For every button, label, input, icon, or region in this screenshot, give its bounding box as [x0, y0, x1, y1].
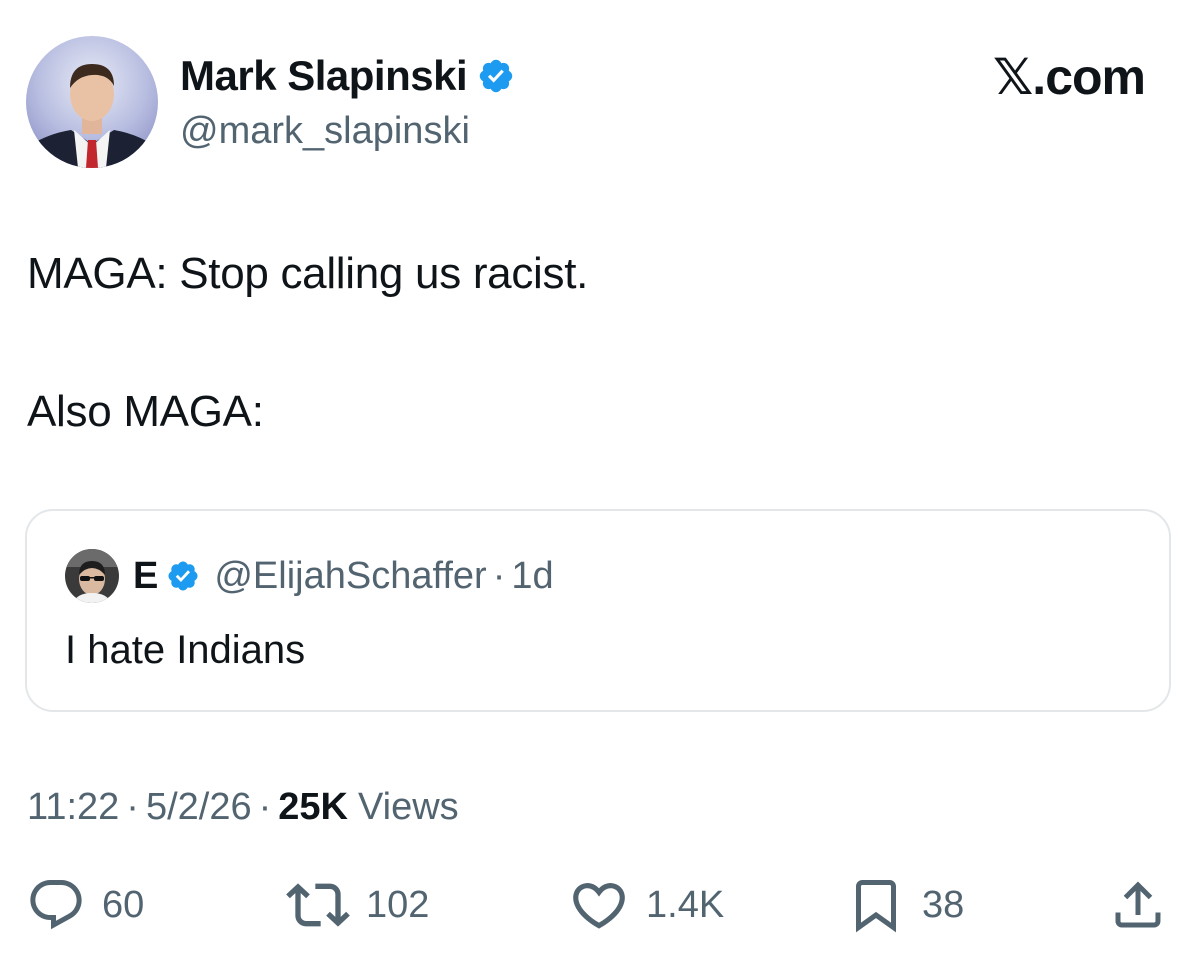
- repost-icon: [286, 883, 350, 927]
- author-handle[interactable]: @mark_slapinski: [180, 108, 470, 154]
- views-count: 25K: [278, 786, 348, 828]
- action-bar: 60 102 1.4K 38: [0, 870, 1199, 940]
- bookmark-icon: [856, 880, 896, 933]
- views-label: Views: [357, 786, 459, 828]
- bookmark-count: 38: [922, 884, 965, 926]
- reply-button[interactable]: 60: [26, 870, 144, 940]
- like-count: 1.4K: [646, 884, 725, 926]
- repost-count: 102: [366, 884, 430, 926]
- like-icon: [573, 883, 625, 929]
- quoted-tweet-header: E @ElijahSchaffer · 1d: [133, 551, 554, 601]
- tweet-date[interactable]: 5/2/26: [146, 784, 252, 830]
- author-name-text[interactable]: Mark Slapinski: [180, 50, 468, 102]
- like-button[interactable]: 1.4K: [568, 870, 724, 940]
- tweet-text-line-1: MAGA: Stop calling us racist.: [27, 249, 589, 298]
- quoted-tweet-text: I hate Indians: [65, 628, 306, 672]
- share-button[interactable]: [1108, 870, 1168, 940]
- meta-separator: ·: [126, 786, 139, 828]
- quoted-tweet-time[interactable]: 1d: [511, 553, 553, 599]
- tweet-time[interactable]: 11:22: [27, 784, 119, 830]
- reply-count: 60: [102, 884, 145, 926]
- reply-icon: [30, 880, 82, 930]
- meta-separator: ·: [258, 786, 272, 828]
- author-name[interactable]: Mark Slapinski: [180, 50, 515, 102]
- brand-label: 𝕏.com: [993, 49, 1146, 105]
- quoted-tweet-card[interactable]: E @ElijahSchaffer · 1d I hate Indians: [25, 509, 1171, 712]
- verified-badge-icon: [168, 561, 198, 591]
- quoted-tweet-name[interactable]: E: [133, 553, 158, 599]
- share-icon: [1115, 881, 1161, 928]
- author-avatar[interactable]: [26, 36, 158, 168]
- repost-button[interactable]: 102: [286, 870, 429, 940]
- tweet-meta: 11:22 · 5/2/26 · 25K Views: [27, 784, 459, 830]
- bookmark-button[interactable]: 38: [846, 870, 964, 940]
- quoted-tweet-handle[interactable]: @ElijahSchaffer: [214, 553, 486, 599]
- quoted-tweet-avatar[interactable]: [65, 549, 119, 603]
- quoted-tweet-separator: ·: [492, 555, 506, 597]
- tweet-text-line-2: Also MAGA:: [27, 387, 264, 436]
- verified-badge-icon: [479, 59, 513, 93]
